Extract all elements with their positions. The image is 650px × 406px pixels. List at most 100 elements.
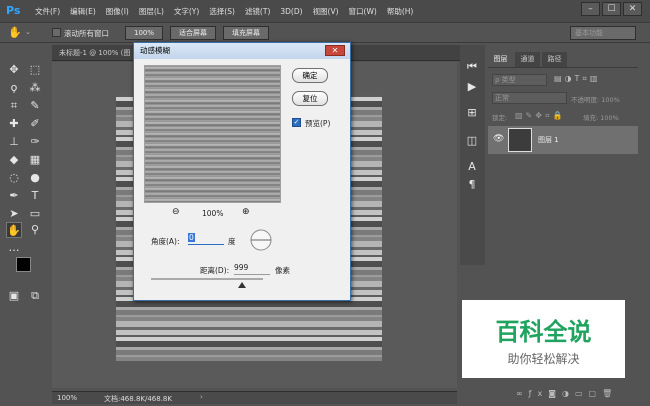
hand-tool-icon[interactable]: ✋	[8, 26, 22, 39]
quick-mask-icon[interactable]: ▣	[6, 288, 22, 304]
layer-name[interactable]: 图层 1	[538, 135, 559, 145]
brush-tool-icon[interactable]: ✐	[27, 116, 43, 132]
distance-slider-track[interactable]	[151, 278, 263, 280]
fit-screen-button[interactable]: 适合屏幕	[170, 26, 216, 40]
angle-dial[interactable]	[250, 229, 272, 251]
menu-edit[interactable]: 编辑(E)	[70, 6, 96, 17]
paragraph-panel-icon[interactable]: ¶	[464, 177, 480, 193]
visibility-eye-icon[interactable]: 👁	[493, 134, 504, 144]
fill-screen-button[interactable]: 填充屏幕	[223, 26, 269, 40]
history-brush-tool-icon[interactable]: ✑	[27, 134, 43, 150]
character-panel-icon[interactable]: A	[464, 159, 480, 175]
angle-label: 角度(A):	[151, 237, 180, 246]
move-tool-icon[interactable]: ✥	[6, 62, 22, 78]
blend-mode-select[interactable]: 正常	[492, 92, 567, 104]
angle-unit: 度	[228, 237, 236, 246]
menu-3d[interactable]: 3D(D)	[280, 7, 302, 16]
zoom-out-icon[interactable]: ⊖	[172, 207, 180, 217]
distance-unit: 像素	[275, 266, 290, 275]
dodge-tool-icon[interactable]: ●	[27, 170, 43, 186]
menu-layer[interactable]: 图层(L)	[139, 6, 164, 17]
reset-button[interactable]: 复位	[292, 91, 328, 106]
blur-tool-icon[interactable]: ◌	[6, 170, 22, 186]
opacity-field[interactable]: 不透明度: 100%	[571, 94, 620, 104]
menu-file[interactable]: 文件(F)	[35, 6, 60, 17]
foreground-color-swatch[interactable]	[16, 257, 31, 272]
distance-input[interactable]: 999	[234, 263, 270, 275]
zoom-tool-icon[interactable]: ⚲	[27, 222, 43, 238]
tab-paths[interactable]: 路径	[542, 52, 567, 67]
menu-window[interactable]: 窗口(W)	[349, 6, 377, 17]
eraser-tool-icon[interactable]: ◆	[6, 152, 22, 168]
filter-icons[interactable]: ▤◑T⌗▥	[554, 74, 601, 84]
layer-row[interactable]: 👁 图层 1	[488, 126, 638, 154]
preview-zoom-level: 100%	[202, 209, 224, 218]
options-bar: ✋ ⌄ 滚动所有窗口 100% 适合屏幕 填充屏幕 基本功能	[0, 22, 650, 43]
lock-icons[interactable]: ▨✎✥⌗🔒	[515, 111, 565, 121]
distance-slider-thumb[interactable]	[238, 282, 246, 288]
panel-divider	[488, 67, 638, 68]
status-zoom[interactable]: 100%	[57, 394, 77, 402]
healing-brush-tool-icon[interactable]: ✚	[6, 116, 22, 132]
adjustments-panel-icon[interactable]: ◫	[464, 133, 480, 149]
menu-bar: Ps 文件(F) 编辑(E) 图像(I) 图层(L) 文字(Y) 选择(S) 滤…	[0, 0, 650, 22]
screen-mode-icon[interactable]: ⧉	[27, 288, 43, 304]
menu-type[interactable]: 文字(Y)	[174, 6, 199, 17]
dialog-title: 动感模糊	[134, 43, 350, 59]
workspace-select[interactable]: 基本功能	[570, 26, 636, 40]
pen-tool-icon[interactable]: ✒	[6, 188, 22, 204]
eyedropper-tool-icon[interactable]: ✎	[27, 98, 43, 114]
history-panel-icon[interactable]: ⏮	[464, 59, 480, 75]
angle-value: 0	[188, 233, 195, 242]
menu-help[interactable]: 帮助(H)	[387, 6, 414, 17]
zoom-100-button[interactable]: 100%	[125, 26, 163, 40]
tools-panel: ✥ ⬚ ϙ ⁂ ⌗ ✎ ✚ ✐ ⊥ ✑ ◆ ▦ ◌ ● ✒ T ➤ ▭ ✋ ⚲ …	[0, 56, 48, 306]
quick-select-tool-icon[interactable]: ⁂	[27, 80, 43, 96]
properties-panel-icon[interactable]: ⊞	[464, 105, 480, 121]
scroll-all-checkbox[interactable]	[52, 28, 61, 37]
zoom-in-icon[interactable]: ⊕	[242, 207, 250, 217]
angle-input[interactable]: 0	[188, 233, 224, 245]
document-tab-title: 未标题-1 @ 100% (图	[59, 49, 131, 57]
dialog-close-button[interactable]: ✕	[325, 45, 345, 56]
marquee-tool-icon[interactable]: ⬚	[27, 62, 43, 78]
document-size-info[interactable]: 文档:468.8K/468.8K	[104, 394, 172, 404]
watermark-logo: 百科全说 助你轻松解决	[462, 300, 625, 378]
maximize-button[interactable]: ☐	[602, 2, 621, 16]
preview-label: 预览(P)	[305, 119, 331, 128]
distance-label: 距离(D):	[200, 266, 230, 275]
crop-tool-icon[interactable]: ⌗	[6, 98, 22, 114]
lasso-tool-icon[interactable]: ϙ	[6, 80, 22, 96]
clone-stamp-tool-icon[interactable]: ⊥	[6, 134, 22, 150]
actions-panel-icon[interactable]: ▶	[464, 79, 480, 95]
menu-view[interactable]: 视图(V)	[313, 6, 339, 17]
menu-select[interactable]: 选择(S)	[209, 6, 235, 17]
panel-icon-strip: ⏮ ▶ ⊞ ◫ A ¶	[460, 45, 485, 265]
tab-channels[interactable]: 通道	[515, 52, 540, 67]
layer-thumbnail	[508, 128, 532, 152]
path-select-tool-icon[interactable]: ➤	[6, 206, 22, 222]
status-arrow-icon[interactable]: ›	[200, 393, 203, 401]
layer-footer-icons[interactable]: ∞ƒx◙◑▭▢🗑	[516, 389, 618, 398]
lock-label: 锁定:	[492, 114, 508, 122]
watermark-title: 百科全说	[495, 318, 592, 346]
preview-checkbox[interactable]: ✓	[292, 118, 301, 127]
ok-button[interactable]: 确定	[292, 68, 328, 83]
status-bar: 100% 文档:468.8K/468.8K ›	[52, 391, 457, 404]
tool-preset-chevron-icon[interactable]: ⌄	[25, 28, 31, 36]
menu-filter[interactable]: 滤镜(T)	[245, 6, 270, 17]
rectangle-tool-icon[interactable]: ▭	[27, 206, 43, 222]
type-tool-icon[interactable]: T	[27, 188, 43, 204]
more-tools-icon[interactable]: …	[6, 240, 22, 256]
menu-image[interactable]: 图像(I)	[106, 6, 129, 17]
motion-blur-dialog: 动感模糊 ✕ 确定 复位 ✓ 预览(P) ⊖ 100% ⊕ 角度(A): 0 度…	[133, 42, 351, 301]
hand-tool-icon[interactable]: ✋	[6, 222, 22, 238]
gradient-tool-icon[interactable]: ▦	[27, 152, 43, 168]
scroll-all-label: 滚动所有窗口	[64, 29, 109, 38]
close-window-button[interactable]: ✕	[623, 2, 642, 16]
layer-kind-filter[interactable]: ρ 类型	[492, 74, 547, 86]
fill-field[interactable]: 填充: 100%	[583, 112, 619, 122]
filter-preview[interactable]	[144, 65, 281, 203]
tab-layers[interactable]: 图层	[488, 52, 513, 67]
minimize-button[interactable]: –	[581, 2, 600, 16]
